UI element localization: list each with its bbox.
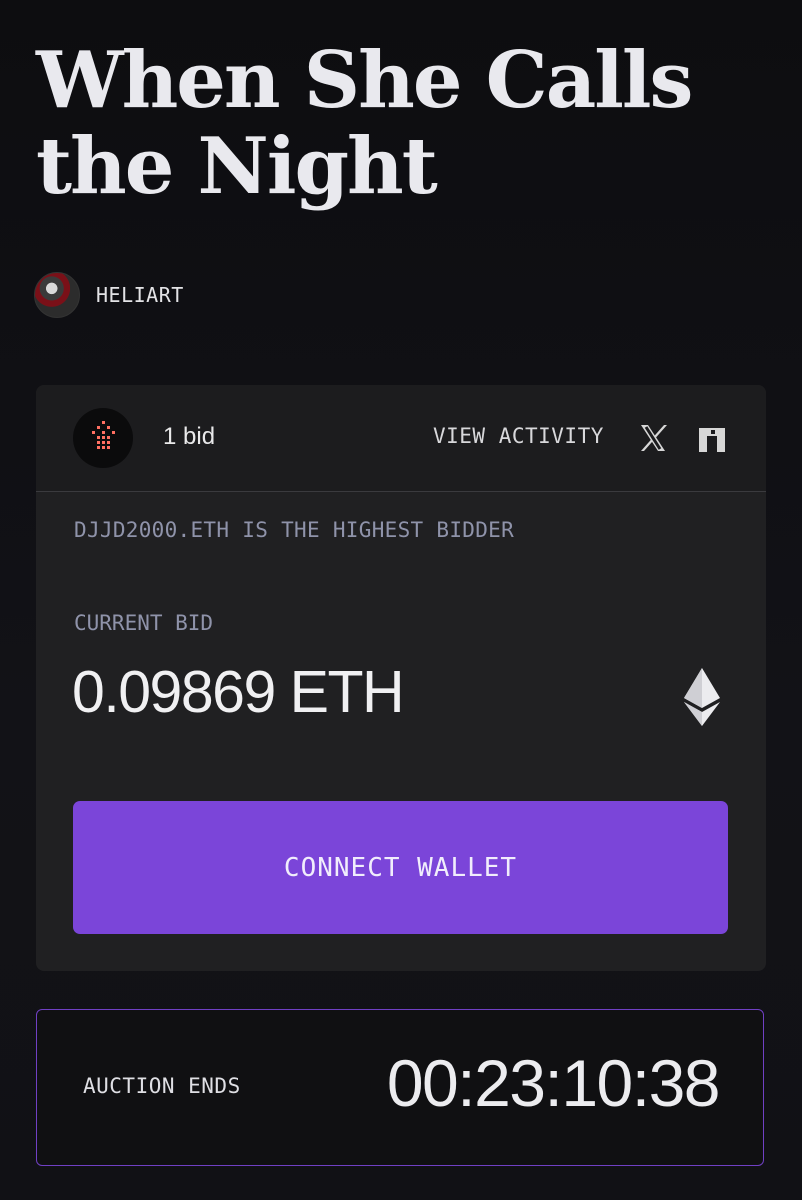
- artist-profile[interactable]: HELIART: [34, 272, 184, 318]
- auction-ends-label: AUCTION ENDS: [83, 1074, 241, 1098]
- auction-countdown-timer: 00:23:10:38: [386, 1046, 721, 1120]
- bid-card: 1 bid VIEW ACTIVITY DJJD2000.ETH IS THE …: [36, 385, 766, 971]
- pixel-face-icon[interactable]: [73, 408, 133, 468]
- current-bid-value: 0.09869 ETH: [72, 659, 405, 725]
- external-link-icon[interactable]: [695, 422, 729, 454]
- x-logo-icon[interactable]: [636, 421, 670, 455]
- current-bid-label: CURRENT BID: [74, 611, 214, 635]
- artist-name[interactable]: HELIART: [96, 283, 184, 307]
- ethereum-icon: [684, 668, 720, 726]
- view-activity-link[interactable]: VIEW ACTIVITY: [433, 424, 604, 448]
- auction-countdown-box: AUCTION ENDS 00:23:10:38: [36, 1009, 764, 1166]
- connect-wallet-button[interactable]: CONNECT WALLET: [73, 801, 728, 934]
- bid-card-header: 1 bid VIEW ACTIVITY: [36, 385, 766, 492]
- artwork-title: When She Calls the Night: [36, 35, 693, 212]
- highest-bidder-message: DJJD2000.ETH IS THE HIGHEST BIDDER: [74, 518, 515, 542]
- bid-count: 1 bid: [163, 423, 216, 450]
- artist-avatar[interactable]: [34, 272, 80, 318]
